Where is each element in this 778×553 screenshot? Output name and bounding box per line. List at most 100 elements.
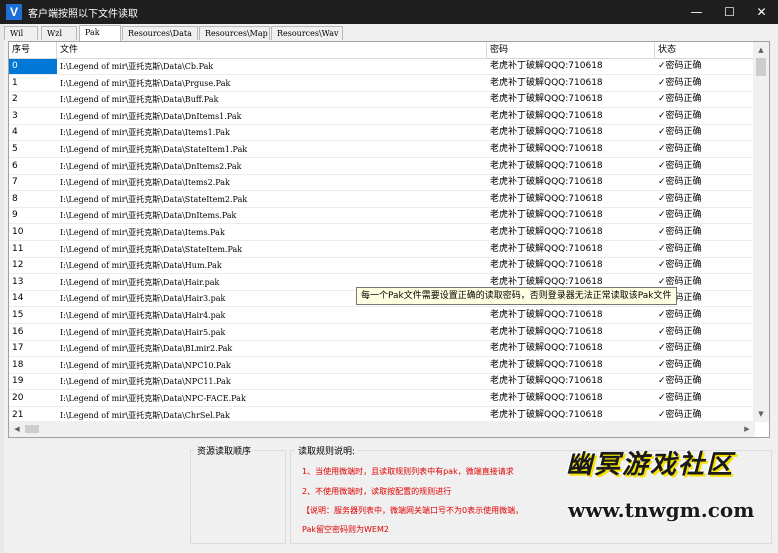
table-row[interactable]: 16 I:\Legend of mir\亚托克斯\Data\Hair5.pak 老虎… <box>9 325 755 341</box>
table-row[interactable]: 9 I:\Legend of mir\亚托克斯\Data\DnItems.Pak 老… <box>9 208 755 225</box>
table-row[interactable]: 0 I:\Legend of mir\亚托克斯\Data\Cb.Pak 老虎补丁破解… <box>9 59 755 75</box>
table-row[interactable]: 17 I:\Legend of mir\亚托克斯\Data\BLmir2.Pak 老… <box>9 341 755 358</box>
horizontal-scroll-thumb[interactable] <box>25 425 39 433</box>
vertical-scrollbar[interactable]: ▲ ▼ <box>753 42 769 422</box>
minimize-button[interactable]: — <box>680 0 713 24</box>
vertical-scroll-thumb[interactable] <box>756 58 766 76</box>
cell-file: I:\Legend of mir\亚托克斯\Data\DnItems1.Pak <box>60 111 242 121</box>
table-row[interactable]: 19 I:\Legend of mir\亚托克斯\Data\NPC11.Pak 老虎… <box>9 374 755 391</box>
cell-index: 3 <box>12 110 18 121</box>
cell-file: I:\Legend of mir\亚托克斯\Data\NPC-FACE.Pak <box>60 394 246 403</box>
cell-password[interactable]: 老虎补丁破解QQQ:710618 <box>487 92 655 107</box>
scroll-up-icon[interactable]: ▲ <box>753 42 769 58</box>
cell-index: 10 <box>12 227 24 237</box>
cell-index: 15 <box>12 310 24 320</box>
cell-status: ✓密码正确 <box>658 343 702 354</box>
tab-resources-data[interactable]: Resources\Data <box>122 26 198 40</box>
cell-password[interactable]: 老虎补丁破解QQQ:710618 <box>487 325 655 340</box>
cell-password[interactable]: 老虎补丁破解QQQ:710618 <box>487 341 655 356</box>
tab-strip: Wil Wzl Pak Resources\Data Resources\Map… <box>4 25 774 41</box>
tab-wil[interactable]: Wil <box>4 26 38 40</box>
table-row[interactable]: 12 I:\Legend of mir\亚托克斯\Data\Hum.Pak 老虎补丁… <box>9 258 755 275</box>
table-row[interactable]: 4 I:\Legend of mir\亚托克斯\Data\Items1.Pak 老虎… <box>9 125 755 142</box>
cell-file: I:\Legend of mir\亚托克斯\Data\Prguse.Pak <box>60 78 231 88</box>
scroll-right-icon[interactable]: ▶ <box>739 421 755 437</box>
cell-password[interactable]: 老虎补丁破解QQQ:710618 <box>487 308 655 323</box>
app-logo-icon: V <box>6 4 22 20</box>
table-row[interactable]: 20 I:\Legend of mir\亚托克斯\Data\NPC-FACE.Pa… <box>9 391 755 407</box>
cell-index: 17 <box>12 343 24 354</box>
table-row[interactable]: 5 I:\Legend of mir\亚托克斯\Data\StateItem1.P… <box>9 142 755 158</box>
cell-file: I:\Legend of mir\亚托克斯\Data\StateItem.Pak <box>60 244 243 254</box>
close-button[interactable]: ✕ <box>745 0 778 24</box>
table-row[interactable]: 8 I:\Legend of mir\亚托克斯\Data\StateItem2.P… <box>9 192 755 208</box>
cell-status: ✓密码正确 <box>658 160 702 171</box>
watermark-url: www.tnwgm.com <box>568 498 755 522</box>
cell-password[interactable]: 老虎补丁破解QQQ:710618 <box>487 358 655 373</box>
table-row[interactable]: 7 I:\Legend of mir\亚托克斯\Data\Items2.Pak 老虎… <box>9 175 755 192</box>
table-row[interactable]: 11 I:\Legend of mir\亚托克斯\Data\StateItem.P… <box>9 242 755 258</box>
table-row[interactable]: 3 I:\Legend of mir\亚托克斯\Data\DnItems1.Pak… <box>9 109 755 125</box>
cell-index: 13 <box>12 276 24 287</box>
cell-file: I:\Legend of mir\亚托克斯\Data\Cb.Pak <box>60 62 214 71</box>
maximize-button[interactable]: ☐ <box>713 0 746 24</box>
cell-status: ✓密码正确 <box>658 127 702 138</box>
cell-password[interactable]: 老虎补丁破解QQQ:710618 <box>487 391 655 406</box>
table-row[interactable]: 10 I:\Legend of mir\亚托克斯\Data\Items.Pak 老虎… <box>9 225 755 241</box>
cell-password[interactable]: 老虎补丁破解QQQ:710618 <box>487 59 655 74</box>
tab-resources-wav[interactable]: Resources\Wav <box>271 26 343 40</box>
cell-index: 8 <box>12 193 18 204</box>
cell-index: 18 <box>12 359 24 370</box>
cell-status: ✓密码正确 <box>658 310 702 320</box>
tab-pak[interactable]: Pak <box>79 25 121 41</box>
cell-index: 19 <box>12 376 24 387</box>
rule-line-4: Pak留空密码则为WEM2 <box>302 525 389 534</box>
table-row[interactable]: 15 I:\Legend of mir\亚托克斯\Data\Hair4.pak 老虎… <box>9 308 755 324</box>
cell-password[interactable]: 老虎补丁破解QQQ:710618 <box>487 242 655 257</box>
cell-status: ✓密码正确 <box>658 210 702 221</box>
cell-status: ✓密码正确 <box>658 77 702 88</box>
tab-resources-map[interactable]: Resources\Map <box>199 26 270 40</box>
cell-password[interactable]: 老虎补丁破解QQQ:710618 <box>487 258 655 273</box>
cell-password[interactable]: 老虎补丁破解QQQ:710618 <box>487 208 655 223</box>
cell-password[interactable]: 老虎补丁破解QQQ:710618 <box>487 175 655 190</box>
scroll-left-icon[interactable]: ◀ <box>9 421 25 437</box>
scroll-down-icon[interactable]: ▼ <box>753 406 769 422</box>
horizontal-scrollbar[interactable]: ◀ ▶ <box>9 421 755 437</box>
cell-status: ✓密码正确 <box>658 326 702 337</box>
rule-line-2: 2、不使用微端时，读取按配置的规则进行 <box>302 487 452 496</box>
cell-file: I:\Legend of mir\亚托克斯\Data\DnItems2.Pak <box>60 161 242 171</box>
cell-index: 14 <box>12 293 24 304</box>
cell-index: 0 <box>9 59 57 74</box>
cell-file: I:\Legend of mir\亚托克斯\Data\StateItem2.Pa… <box>60 194 248 204</box>
title-bar: V 客户端按照以下文件读取 — ☐ ✕ <box>0 0 778 24</box>
table-row[interactable]: 18 I:\Legend of mir\亚托克斯\Data\NPC10.Pak 老虎… <box>9 358 755 374</box>
cell-password[interactable]: 老虎补丁破解QQQ:710618 <box>487 76 655 91</box>
table-row[interactable]: 6 I:\Legend of mir\亚托克斯\Data\DnItems2.Pak… <box>9 159 755 175</box>
cell-password[interactable]: 老虎补丁破解QQQ:710618 <box>487 192 655 207</box>
cell-index: 5 <box>12 144 18 154</box>
cell-password[interactable]: 老虎补丁破解QQQ:710618 <box>487 225 655 240</box>
column-header-file[interactable]: 文件 <box>57 42 487 58</box>
cell-file: I:\Legend of mir\亚托克斯\Data\NPC11.Pak <box>60 377 231 387</box>
cell-index: 4 <box>12 127 18 138</box>
cell-file: I:\Legend of mir\亚托克斯\Data\StateItem1.Pa… <box>60 145 248 154</box>
cell-index: 20 <box>12 393 24 403</box>
cell-password[interactable]: 老虎补丁破解QQQ:710618 <box>487 142 655 157</box>
table-row[interactable]: 2 I:\Legend of mir\亚托克斯\Data\Buff.Pak 老虎补丁… <box>9 92 755 109</box>
cell-password[interactable]: 老虎补丁破解QQQ:710618 <box>487 109 655 124</box>
cell-status: ✓密码正确 <box>658 243 702 254</box>
column-header-index[interactable]: 序号 <box>9 42 57 58</box>
column-header-password[interactable]: 密码 <box>487 42 655 58</box>
resource-order-group: 资源读取顺序 <box>190 444 286 544</box>
cell-status: ✓密码正确 <box>658 227 702 237</box>
cell-file: I:\Legend of mir\亚托克斯\Data\DnItems.Pak <box>60 211 237 221</box>
rule-line-3: 【说明：服务器列表中，微端网关端口号不为0表示使用微端， <box>302 506 524 515</box>
cell-file: I:\Legend of mir\亚托克斯\Data\Hair5.pak <box>60 327 226 337</box>
cell-password[interactable]: 老虎补丁破解QQQ:710618 <box>487 374 655 389</box>
cell-password[interactable]: 老虎补丁破解QQQ:710618 <box>487 125 655 140</box>
tab-wzl[interactable]: Wzl <box>41 26 77 40</box>
cell-password[interactable]: 老虎补丁破解QQQ:710618 <box>487 159 655 174</box>
column-header-status[interactable]: 状态 <box>655 42 755 58</box>
table-row[interactable]: 1 I:\Legend of mir\亚托克斯\Data\Prguse.Pak 老虎… <box>9 76 755 92</box>
